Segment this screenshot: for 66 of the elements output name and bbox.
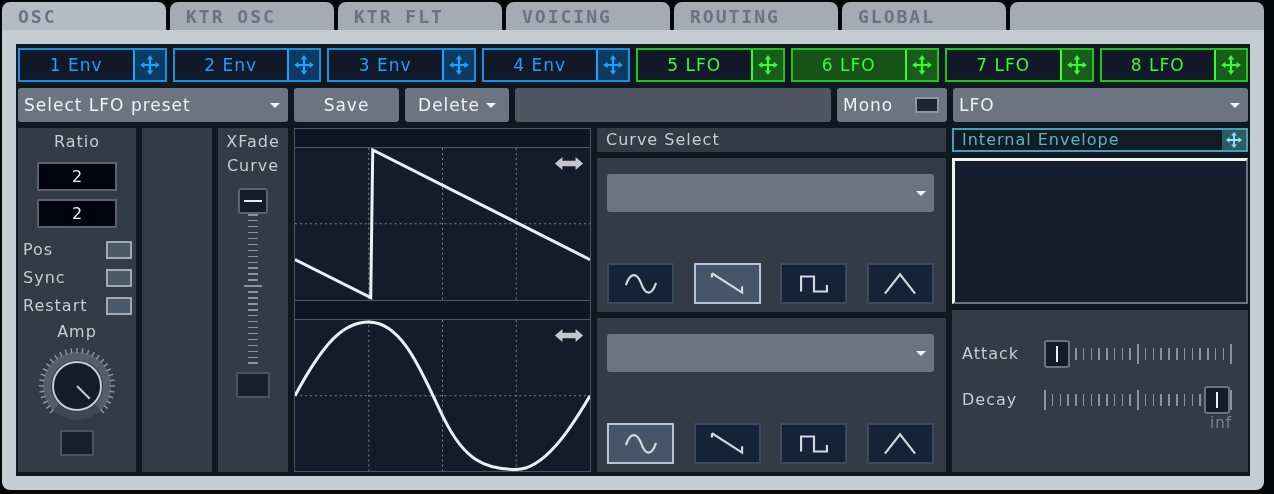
slider-track[interactable] (1044, 386, 1232, 415)
preset-dropdown[interactable]: Select LFO preset (18, 88, 288, 123)
modulator-slot[interactable]: 4 Env (481, 48, 630, 82)
checkbox[interactable] (106, 297, 132, 316)
mono-label: Mono (843, 95, 894, 115)
move-icon[interactable] (602, 54, 624, 76)
move-icon[interactable] (1220, 54, 1242, 76)
modulator-slot[interactable]: 5 LFO (636, 48, 785, 82)
xfade-label: Curve (226, 155, 280, 178)
name-field[interactable] (515, 88, 831, 123)
source-dropdown[interactable]: LFO (953, 88, 1248, 123)
save-button[interactable]: Save (294, 88, 399, 123)
section-title: Curve Select (597, 128, 946, 153)
modulator-slot[interactable]: 1 Env (18, 48, 167, 82)
checkbox[interactable] (106, 269, 132, 288)
curve-dropdown[interactable] (607, 174, 934, 213)
wave-shape-button[interactable] (866, 263, 934, 304)
caret-icon (270, 102, 280, 108)
wave-shape-button[interactable] (693, 263, 761, 304)
xfade-label: XFade (226, 131, 280, 154)
wave-shape-button[interactable] (607, 423, 674, 464)
slider-track[interactable] (1044, 340, 1232, 369)
param-label: Attack (962, 343, 1021, 366)
wave-shape-button[interactable] (607, 263, 674, 304)
modulator-slot[interactable]: 8 LFO (1099, 48, 1248, 82)
amp-label: Amp (57, 321, 97, 344)
ratio-field[interactable]: 2 (37, 199, 117, 229)
delete-button[interactable]: Delete (405, 88, 509, 123)
resize-icon[interactable] (554, 156, 584, 172)
move-icon[interactable] (1065, 54, 1088, 76)
wave-shape-button[interactable] (780, 423, 848, 464)
slider-thumb[interactable] (1204, 386, 1230, 415)
move-icon[interactable] (293, 54, 315, 76)
move-icon[interactable] (756, 54, 779, 76)
wave-shape-button[interactable] (780, 263, 848, 304)
ratio-field[interactable]: 2 (37, 162, 117, 192)
modulator-slot[interactable]: 2 Env (172, 48, 321, 82)
wave-shape-button[interactable] (866, 423, 934, 464)
caret-icon (1230, 102, 1240, 108)
envelope-header[interactable]: Internal Envelope (952, 128, 1248, 153)
resize-icon[interactable] (554, 327, 584, 343)
move-icon[interactable] (1225, 131, 1243, 150)
ratio-label: Ratio (53, 131, 101, 154)
caret-icon (916, 350, 926, 356)
param-label: Decay (962, 389, 1019, 412)
toggle-label: Restart (23, 295, 88, 318)
modulator-slot[interactable]: 7 LFO (945, 48, 1094, 82)
param-reading: inf (1210, 414, 1232, 433)
move-icon[interactable] (447, 54, 470, 76)
wave-shape-button[interactable] (693, 423, 761, 464)
toggle-label: Sync (23, 267, 66, 290)
move-icon[interactable] (911, 54, 933, 76)
checkbox[interactable] (106, 241, 132, 260)
move-icon[interactable] (138, 54, 161, 76)
value-box (236, 372, 270, 399)
mono-toggle[interactable] (915, 97, 939, 113)
modulator-slot[interactable]: 6 LFO (790, 48, 939, 82)
slider-thumb[interactable] (238, 188, 268, 215)
envelope-title: Internal Envelope (961, 130, 1121, 151)
slider-track[interactable] (238, 188, 268, 367)
caret-icon (916, 190, 926, 196)
caret-icon (485, 102, 496, 108)
modulator-slot[interactable]: 3 Env (327, 48, 476, 82)
toggle-label: Pos (23, 239, 54, 262)
value-box (60, 430, 94, 457)
slider-thumb[interactable] (1044, 340, 1070, 369)
